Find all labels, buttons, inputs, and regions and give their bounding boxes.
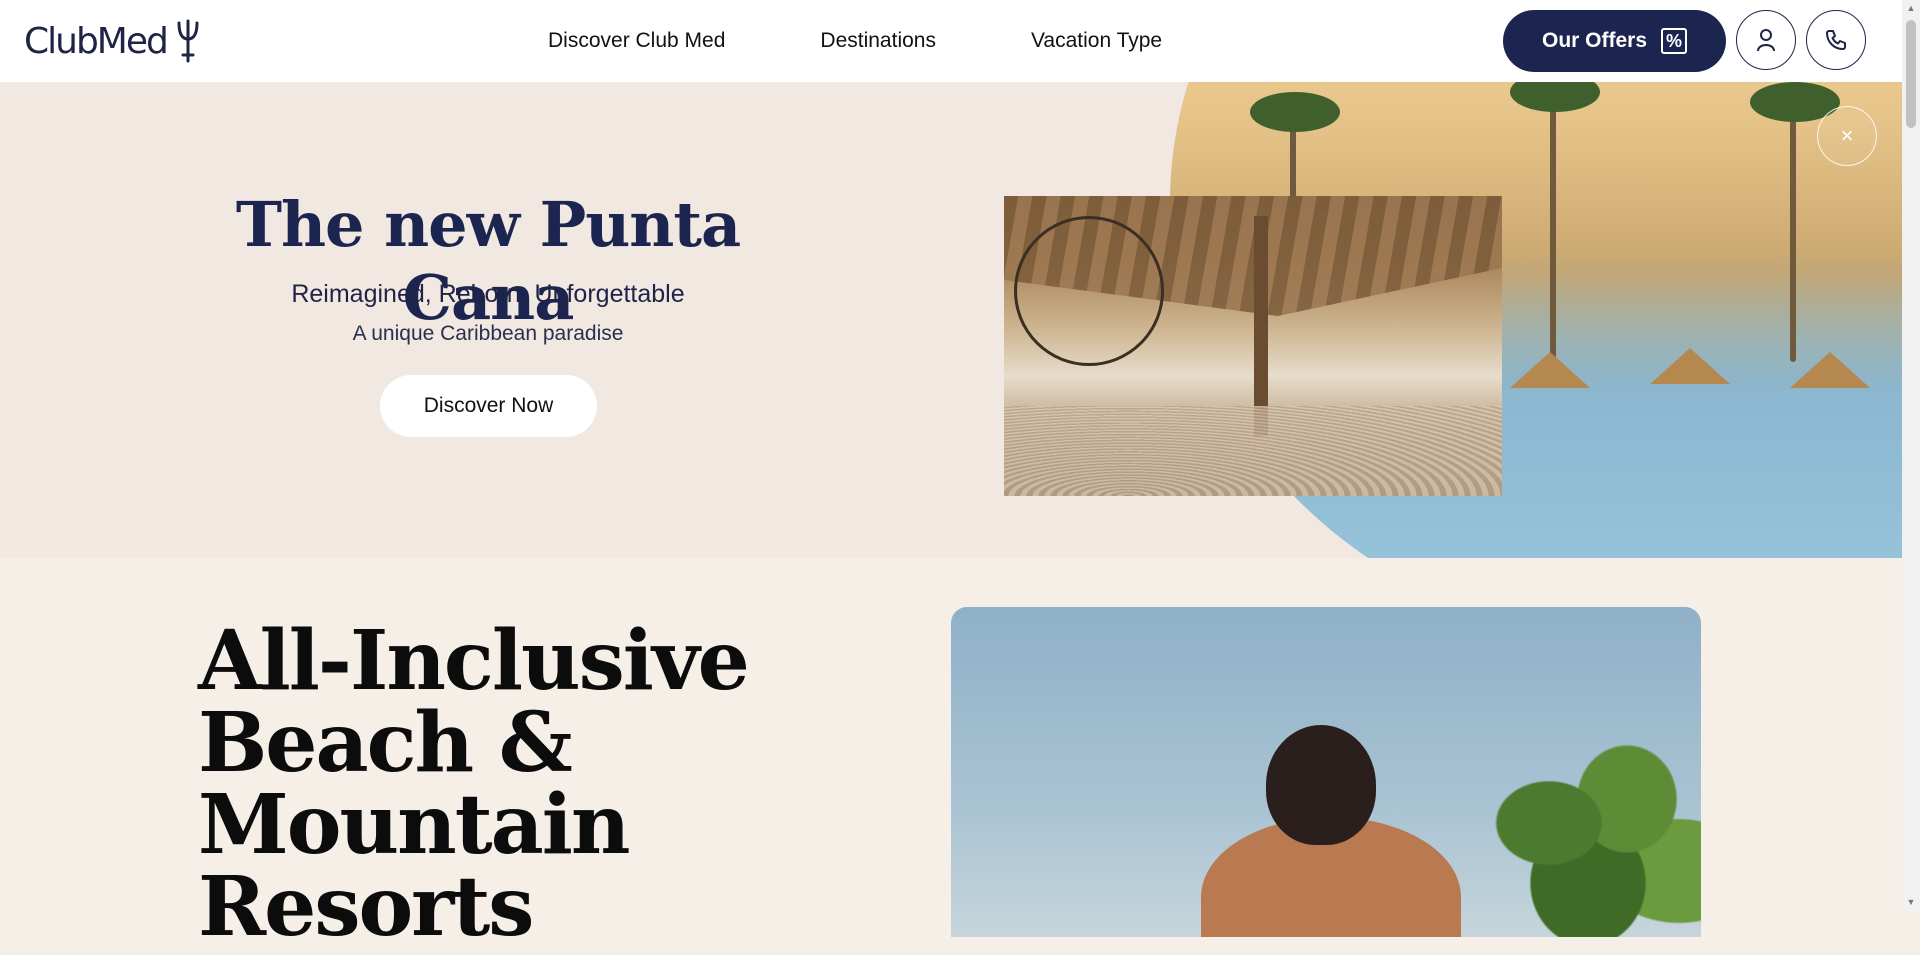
close-icon: × [1840, 123, 1854, 148]
woman-resort-image [951, 607, 1701, 937]
pillar [1254, 216, 1268, 436]
our-offers-button[interactable]: Our Offers % [1503, 10, 1726, 72]
scroll-up-arrow-icon[interactable]: ▲ [1906, 3, 1916, 15]
close-banner-button[interactable]: × [1817, 106, 1877, 166]
page-scrollbar[interactable]: ▲ ▼ [1902, 0, 1920, 912]
banner-subtitle: Reimagined, Reborn, Unforgettable [291, 280, 685, 308]
user-icon [1757, 29, 1775, 52]
percent-icon: % [1661, 28, 1688, 54]
scroll-thumb[interactable] [1906, 20, 1916, 128]
discover-now-label: Discover Now [423, 394, 554, 417]
nav-discover-club-med[interactable]: Discover Club Med [548, 29, 725, 53]
phone-icon [1826, 30, 1846, 50]
nav-vacation-type[interactable]: Vacation Type [1031, 29, 1162, 53]
nav-destinations[interactable]: Destinations [820, 29, 936, 53]
palm-leaves [1250, 92, 1340, 132]
section-title: All-Inclusive Beach & Mountain Resorts [198, 613, 750, 955]
lobby-interior-image [1004, 196, 1502, 496]
logo-text: ClubMed [24, 20, 169, 62]
palm-tree [1550, 82, 1556, 362]
banner-title: The new Punta Cana [235, 188, 741, 334]
beach-umbrella [1790, 352, 1870, 388]
beach-umbrella [1650, 348, 1730, 384]
banner-tagline: A unique Caribbean paradise [352, 322, 624, 345]
club-med-logo[interactable]: ClubMed [24, 18, 203, 64]
promo-banner: The new Punta Cana Reimagined, Reborn, U… [0, 82, 1902, 558]
beach-umbrella [1510, 352, 1590, 388]
our-offers-label: Our Offers [1541, 29, 1648, 52]
green-plant [1471, 727, 1701, 937]
account-button[interactable] [1736, 10, 1796, 70]
trident-icon [177, 19, 199, 63]
scroll-down-arrow-icon[interactable]: ▼ [1906, 897, 1916, 909]
discover-now-button[interactable]: Discover Now [380, 375, 597, 437]
woman-head [1266, 725, 1376, 845]
phone-button[interactable] [1806, 10, 1866, 70]
site-header: ClubMed Discover Club Med Destinations V… [0, 0, 1902, 82]
palm-leaves [1510, 82, 1600, 112]
palm-tree [1790, 92, 1796, 362]
main-nav: Discover Club Med Destinations Vacation … [548, 0, 1257, 82]
patterned-floor [1004, 406, 1502, 496]
armillary-sphere [1014, 216, 1164, 366]
